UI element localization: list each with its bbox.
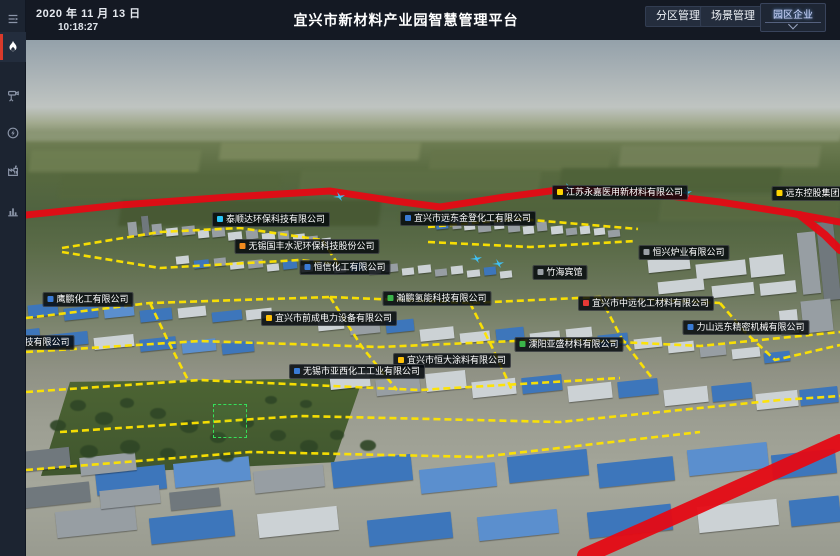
company-marker[interactable]: 宜兴市远东金登化工有限公司 — [400, 211, 536, 226]
company-type-icon — [519, 341, 525, 347]
company-name-label: 无锡市亚西化工工业有限公司 — [303, 366, 420, 376]
company-marker[interactable]: 瀚鹏氢能科技有限公司 — [382, 291, 491, 306]
company-name-label: 远东环保科技有限公司 — [26, 337, 70, 347]
company-name-label: 力山远东精密机械有限公司 — [696, 322, 804, 332]
company-type-icon — [537, 269, 543, 275]
company-type-icon — [304, 264, 310, 270]
company-name-label: 瀚鹏氢能科技有限公司 — [396, 293, 486, 303]
current-date: 2020 年 11 月 13 日 — [36, 5, 141, 21]
factory-icon[interactable] — [0, 156, 26, 186]
company-name-label: 溧阳亚盛材料有限公司 — [528, 339, 618, 349]
company-marker[interactable]: 江苏永嘉医用新材料有限公司 — [552, 185, 688, 200]
menu-icon[interactable] — [0, 4, 26, 34]
company-type-icon — [239, 243, 245, 249]
map-3d-view[interactable]: 泰顺达环保科技有限公司 宜兴市远东金登化工有限公司无锡国丰水泥环保科技股份公司恒信… — [26, 40, 840, 556]
company-name-label: 宜兴市远东金登化工有限公司 — [414, 213, 531, 223]
map-selection-box — [213, 404, 247, 438]
company-marker[interactable]: 远东环保科技有限公司 — [26, 335, 75, 350]
company-type-icon — [398, 357, 404, 363]
company-marker[interactable]: 力山远东精密机械有限公司 — [682, 320, 809, 335]
company-marker[interactable]: 无锡市亚西化工工业有限公司 — [289, 364, 425, 379]
company-marker[interactable]: 恒信化工有限公司 — [299, 260, 390, 275]
company-marker[interactable]: 竹海宾馆 — [532, 265, 587, 280]
company-name-label: 恒信化工有限公司 — [313, 262, 385, 272]
company-type-icon — [294, 368, 300, 374]
company-name-label: 远东控股集团有限公司 — [785, 188, 840, 198]
company-name-label: 江苏永嘉医用新材料有限公司 — [566, 187, 683, 197]
company-name-label: 竹海宾馆 — [546, 267, 582, 277]
park-enterprise-dropdown[interactable]: 园区企业 — [760, 3, 826, 32]
company-name-label: 鹰鹏化工有限公司 — [56, 294, 128, 304]
scene-management-button[interactable]: 场景管理 — [700, 6, 766, 27]
company-marker[interactable]: 泰顺达环保科技有限公司 — [212, 212, 330, 227]
vehicle-sprite-icon — [470, 254, 482, 263]
company-name-label: 恒兴炉业有限公司 — [652, 247, 724, 257]
top-header: 2020 年 11 月 13 日 10:18:27 宜兴市新材料产业园智慧管理平… — [26, 0, 840, 40]
bar-chart-icon[interactable] — [0, 196, 26, 226]
company-type-icon — [643, 249, 649, 255]
company-marker[interactable]: 溧阳亚盛材料有限公司 — [514, 337, 623, 352]
company-name-label: 宜兴市前成电力设备有限公司 — [275, 313, 392, 323]
power-icon[interactable] — [0, 118, 26, 148]
company-name-label: 泰顺达环保科技有限公司 — [226, 214, 325, 224]
company-marker[interactable]: 无锡国丰水泥环保科技股份公司 — [234, 239, 379, 254]
company-type-icon — [266, 315, 272, 321]
smart-park-platform: 2020 年 11 月 13 日 10:18:27 宜兴市新材料产业园智慧管理平… — [0, 0, 840, 556]
company-marker[interactable]: 宜兴市中远化工材料有限公司 — [578, 296, 714, 311]
company-name-label: 宜兴市中远化工材料有限公司 — [592, 298, 709, 308]
company-type-icon — [687, 324, 693, 330]
park-enterprise-label: 园区企业 — [761, 4, 825, 21]
flame-icon[interactable] — [0, 32, 26, 62]
company-marker[interactable]: 恒兴炉业有限公司 — [638, 245, 729, 260]
company-marker[interactable]: 鹰鹏化工有限公司 — [42, 292, 133, 307]
company-type-icon — [217, 216, 223, 222]
company-name-label: 无锡国丰水泥环保科技股份公司 — [248, 241, 374, 251]
current-time: 10:18:27 — [58, 22, 98, 33]
company-type-icon — [557, 189, 563, 195]
sidebar — [0, 0, 26, 556]
company-type-icon — [583, 300, 589, 306]
company-type-icon — [405, 215, 411, 221]
camera-icon[interactable] — [0, 80, 26, 110]
company-marker[interactable]: 远东控股集团有限公司 — [771, 186, 840, 201]
company-type-icon — [387, 295, 393, 301]
company-type-icon — [47, 296, 53, 302]
company-marker[interactable]: 宜兴市前成电力设备有限公司 — [261, 311, 397, 326]
page-title: 宜兴市新材料产业园智慧管理平台 — [294, 10, 519, 30]
company-type-icon — [776, 190, 782, 196]
